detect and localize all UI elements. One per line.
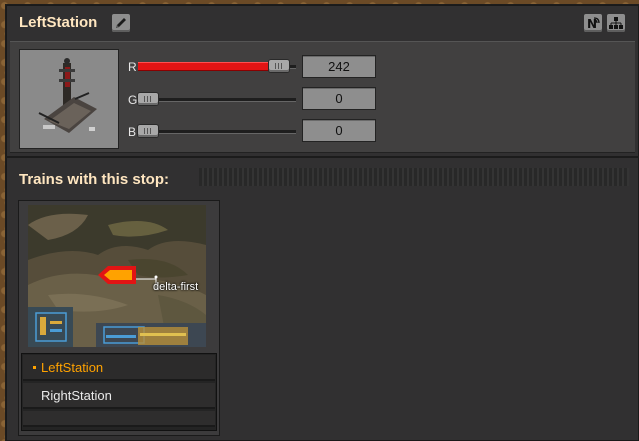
rename-button[interactable] [112,14,130,32]
red-slider-fill [138,62,273,71]
blue-value-input[interactable]: 0 [302,119,376,142]
train-stop-preview [19,49,119,149]
svg-text:N: N [587,17,597,31]
green-slider-track[interactable] [138,98,296,101]
blue-slider-track[interactable] [138,130,296,133]
schedule-item-empty [23,411,215,427]
train-stop-window: LeftStation N R 242 G 0 B 0 Trains with … [6,5,639,441]
pencil-icon [116,18,126,28]
train-icon [98,266,136,284]
red-value-input[interactable]: 242 [302,55,376,78]
heading-filler [199,168,629,186]
circuit-network-icon: N [587,17,600,31]
green-label: G [128,93,138,107]
logistics-network-icon [609,17,623,29]
section-divider [6,156,639,158]
blue-label: B [128,125,137,139]
circuit-network-button[interactable]: N [584,14,602,32]
train-stop-icon [38,58,97,133]
train-minimap[interactable]: delta-first [28,205,206,347]
red-label: R [128,60,137,74]
current-stop-marker [33,366,36,369]
green-value-input[interactable]: 0 [302,87,376,110]
trains-section-heading: Trains with this stop: [19,171,170,188]
train-card[interactable]: delta-first LeftStation RightStation [18,200,220,436]
title-bar[interactable]: LeftStation N [6,5,639,39]
schedule-item-rightstation[interactable]: RightStation [23,383,215,409]
schedule-list: LeftStation RightStation [21,353,217,431]
window-title: LeftStation [19,14,98,31]
schedule-item-leftstation[interactable]: LeftStation [23,355,215,381]
train-name-label: delta-first [153,281,199,293]
blue-slider-handle[interactable] [138,125,158,137]
color-panel: R 242 G 0 B 0 [10,41,635,153]
logistics-network-button[interactable] [607,14,625,32]
schedule-item-label: RightStation [41,388,112,403]
green-slider-handle[interactable] [138,93,158,105]
red-slider-handle[interactable] [268,60,289,72]
schedule-item-label: LeftStation [41,360,104,375]
